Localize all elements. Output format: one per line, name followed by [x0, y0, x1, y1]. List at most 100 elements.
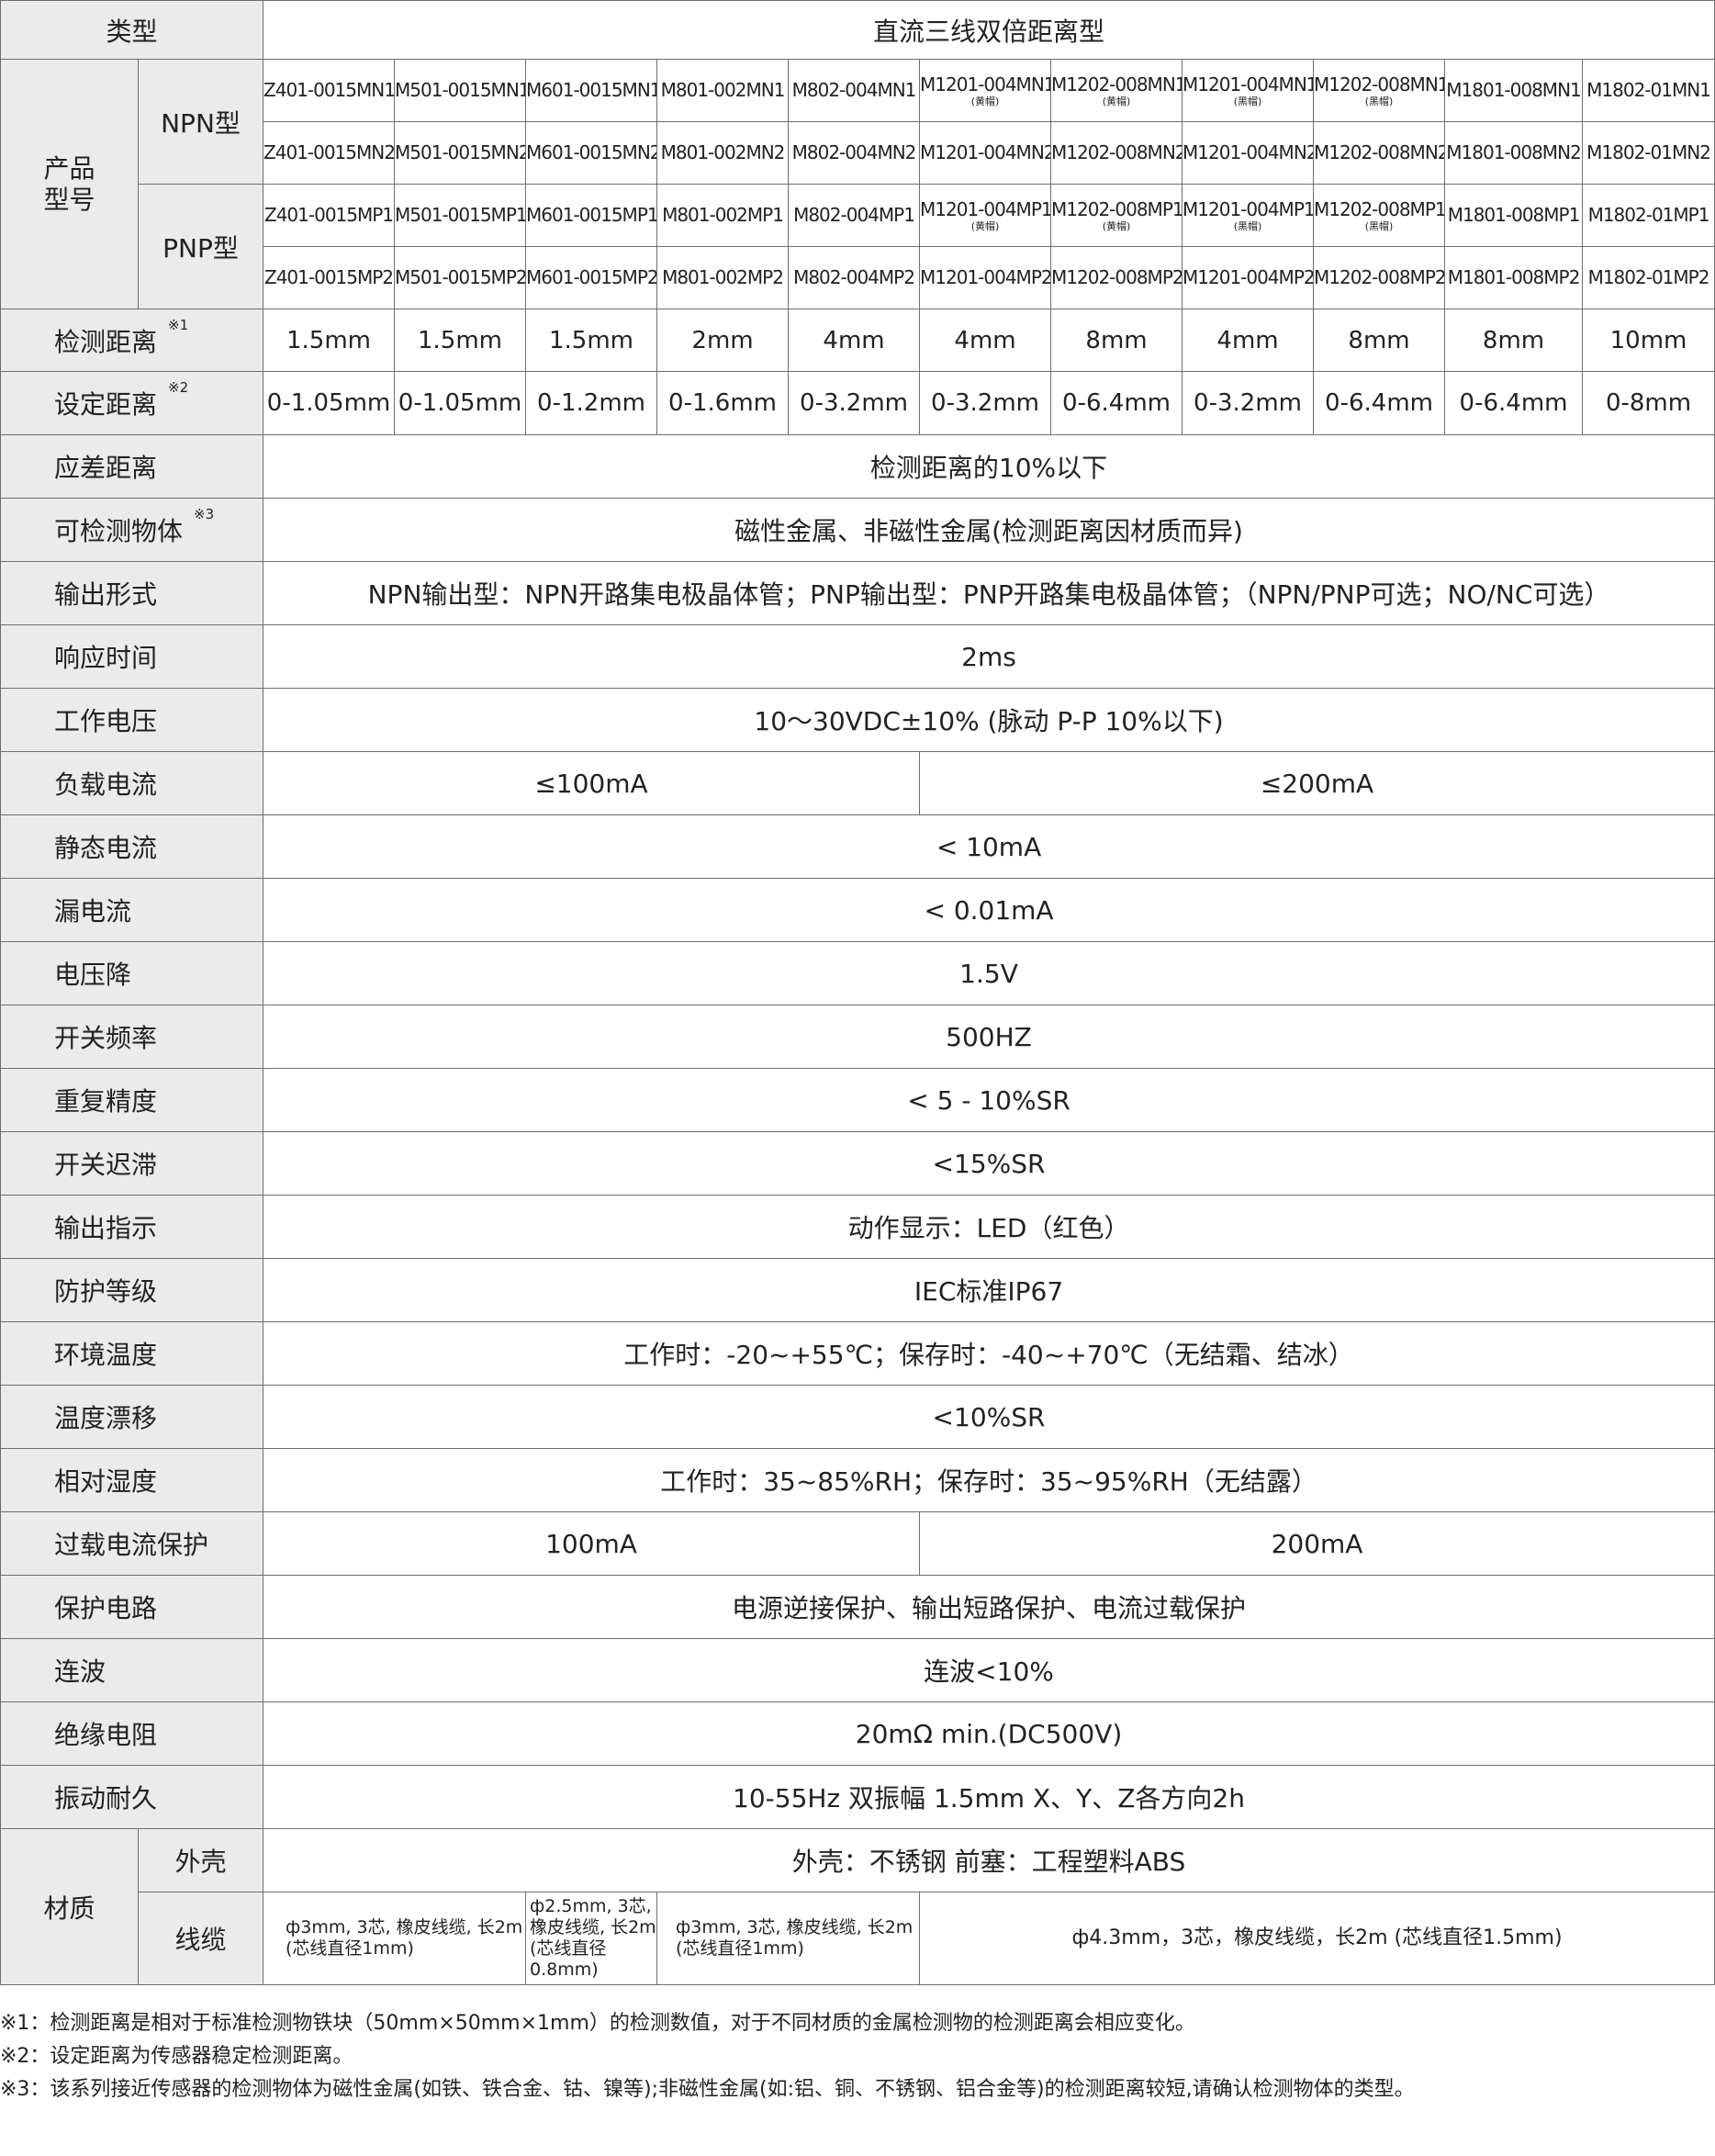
- detect-distance-label: 检测距离※1: [0, 309, 264, 372]
- spec-row-ripple: 连波 连波<10%: [0, 1638, 1715, 1702]
- model-cell: M601-0015MN2: [525, 121, 658, 185]
- model-cell: M501-0015MP1: [394, 184, 527, 247]
- model-cell: Z401-0015MP2: [263, 246, 396, 309]
- model-cell: M1202-008MN2: [1050, 121, 1183, 185]
- model-cell: M1201-004MP2: [1182, 246, 1315, 309]
- spec-label: 环境温度: [0, 1321, 264, 1386]
- spec-value: 检测距离的10%以下: [263, 434, 1715, 499]
- spec-row-indicator: 输出指示 动作显示：LED（红色）: [0, 1195, 1715, 1259]
- set-distance-value: 0-8mm: [1582, 371, 1715, 435]
- model-cell: M1802-01MP2: [1582, 246, 1715, 309]
- spec-label: 输出指示: [0, 1195, 264, 1259]
- pnp-label: PNP型: [137, 184, 264, 309]
- detect-distance-value: 8mm: [1050, 309, 1183, 372]
- model-cell: M1201-004MP2: [919, 246, 1052, 309]
- detect-distance-value: 8mm: [1313, 309, 1446, 372]
- pnp-row-1: PNP型 Z401-0015MP1 M501-0015MP1 M601-0015…: [1, 184, 1715, 309]
- spec-row-voltage-drop: 电压降 1.5V: [0, 941, 1715, 1005]
- detect-distance-value: 10mm: [1582, 309, 1715, 372]
- model-cell: M802-004MN2: [788, 121, 921, 185]
- model-cell: M1201-004MN2: [1182, 121, 1315, 185]
- spec-label: 输出形式: [0, 561, 264, 625]
- model-cell: M1201-004MN1 (黄帽): [919, 59, 1052, 122]
- spec-row-circuit: 保护电路 电源逆接保护、输出短路保护、电流过载保护: [0, 1575, 1715, 1639]
- spec-row-output: 输出形式 NPN输出型：NPN开路集电极晶体管；PNP输出型：PNP开路集电极晶…: [0, 561, 1715, 625]
- product-model-label: 产品 型号: [0, 59, 139, 309]
- cap-note: (黑帽): [1364, 95, 1394, 107]
- detect-distance-value: 4mm: [1182, 309, 1315, 372]
- spec-value: <10%SR: [263, 1385, 1715, 1449]
- spec-row-temp-drift: 温度漂移 <10%SR: [0, 1385, 1715, 1449]
- spec-label: 开关迟滞: [0, 1131, 264, 1196]
- set-distance-label: 设定距离※2: [0, 371, 264, 435]
- detect-distance-value: 4mm: [919, 309, 1052, 372]
- housing-label: 外壳: [137, 1828, 264, 1892]
- footnote-1: ※1：检测距离是相对于标准检测物铁块（50mm×50mm×1mm）的检测数值，对…: [0, 2012, 1195, 2035]
- spec-value: 10-55Hz 双振幅 1.5mm X、Y、Z各方向2h: [263, 1765, 1715, 1829]
- detect-distance-value: 8mm: [1444, 309, 1584, 372]
- npn-label: NPN型: [137, 59, 264, 185]
- model-cell: M1202-008MN2: [1313, 121, 1446, 185]
- header-row: 类型 直流三线双倍距离型: [0, 0, 1715, 60]
- cable-spec: ф3mm, 3芯, 橡皮线缆, 长2m (芯线直径1mm): [656, 1892, 921, 1985]
- model-cell: M801-002MN2: [656, 121, 790, 185]
- cable-spec: ф4.3mm，3芯，橡皮线缆，长2m (芯线直径1.5mm): [919, 1892, 1715, 1985]
- cap-note: (黑帽): [1233, 220, 1262, 232]
- spec-label: 可检测物体※3: [0, 498, 264, 562]
- footnote-mark: ※2: [168, 379, 189, 396]
- spec-value-a: 100mA: [263, 1511, 921, 1576]
- model-cell: M801-002MP2: [656, 246, 790, 309]
- spec-label: 温度漂移: [0, 1385, 264, 1449]
- footnote-mark: ※1: [168, 316, 189, 333]
- model-cell: M501-0015MN1: [394, 59, 527, 122]
- model-cell: M1201-004MP1 (黑帽): [1182, 184, 1315, 247]
- spec-row-humidity: 相对湿度 工作时：35~85%RH；保存时：35~95%RH（无结露）: [0, 1448, 1715, 1512]
- spec-value: NPN输出型：NPN开路集电极晶体管；PNP输出型：PNP开路集电极晶体管；（N…: [263, 561, 1715, 625]
- model-cell: M501-0015MN2: [394, 121, 527, 185]
- spec-label: 静态电流: [0, 814, 264, 879]
- spec-row-switch-hysteresis: 开关迟滞 <15%SR: [0, 1131, 1715, 1196]
- spec-value: < 0.01mA: [263, 878, 1715, 942]
- model-cell: M1802-01MN2: [1582, 121, 1715, 185]
- spec-label: 防护等级: [0, 1258, 264, 1322]
- spec-value: 电源逆接保护、输出短路保护、电流过载保护: [263, 1575, 1715, 1639]
- model-cell: M1202-008MP2: [1050, 246, 1183, 309]
- spec-label: 振动耐久: [0, 1765, 264, 1829]
- set-distance-value: 0-3.2mm: [788, 371, 921, 435]
- spec-value-b: 200mA: [919, 1511, 1715, 1576]
- set-distance-value: 0-6.4mm: [1050, 371, 1183, 435]
- model-cell: M501-0015MP2: [394, 246, 527, 309]
- spec-table: 类型 直流三线双倍距离型 产品 型号 NPN型 Z401-0015MN1 M50…: [0, 0, 1715, 1985]
- spec-value: 500HZ: [263, 1005, 1715, 1069]
- spec-row-repeat: 重复精度 < 5 - 10%SR: [0, 1068, 1715, 1132]
- detect-distance-row: 检测距离※1 1.5mm 1.5mm 1.5mm 2mm 4mm 4mm 8mm…: [0, 309, 1715, 372]
- spec-row-leakage: 漏电流 < 0.01mA: [0, 878, 1715, 942]
- spec-value: IEC标准IP67: [263, 1258, 1715, 1322]
- material-housing-row: 材质 外壳 外壳：不锈钢 前塞：工程塑料ABS: [0, 1828, 1715, 1985]
- model-cell: M1801-008MP2: [1444, 246, 1584, 309]
- model-cell: Z401-0015MN2: [263, 121, 396, 185]
- spec-label: 响应时间: [0, 624, 264, 689]
- spec-row-overload: 过载电流保护 100mA 200mA: [0, 1511, 1715, 1576]
- spec-value-a: ≤100mA: [263, 751, 921, 815]
- cable-spec: ф2.5mm, 3芯, 橡皮线缆, 长2m (芯线直径0.8mm): [525, 1892, 658, 1985]
- cap-note: (黄帽): [970, 220, 1000, 232]
- spec-value: <15%SR: [263, 1131, 1715, 1196]
- spec-value: 1.5V: [263, 941, 1715, 1005]
- set-distance-value: 0-3.2mm: [919, 371, 1052, 435]
- material-label: 材质: [0, 1828, 139, 1985]
- detect-distance-value: 1.5mm: [263, 309, 396, 372]
- cable-spec: ф3mm, 3芯, 橡皮线缆, 长2m (芯线直径1mm): [263, 1892, 527, 1985]
- cap-note: (黄帽): [970, 95, 1000, 107]
- spec-value: 工作时：-20~+55℃；保存时：-40~+70℃（无结霜、结冰）: [263, 1321, 1715, 1386]
- cap-note: (黄帽): [1102, 220, 1131, 232]
- spec-label: 负载电流: [0, 751, 264, 815]
- model-cell: M1801-008MP1: [1444, 184, 1584, 247]
- spec-row-response: 响应时间 2ms: [0, 624, 1715, 689]
- detect-distance-value: 1.5mm: [394, 309, 527, 372]
- footnote-2: ※2：设定距离为传感器稳定检测距离。: [0, 2045, 353, 2068]
- spec-row-hysteresis: 应差距离 检测距离的10%以下: [0, 434, 1715, 499]
- spec-value: < 10mA: [263, 814, 1715, 879]
- npn-row-1: 产品 型号 NPN型 Z401-0015MN1 M501-0015MN1 M60…: [0, 59, 1715, 309]
- spec-label: 应差距离: [0, 434, 264, 499]
